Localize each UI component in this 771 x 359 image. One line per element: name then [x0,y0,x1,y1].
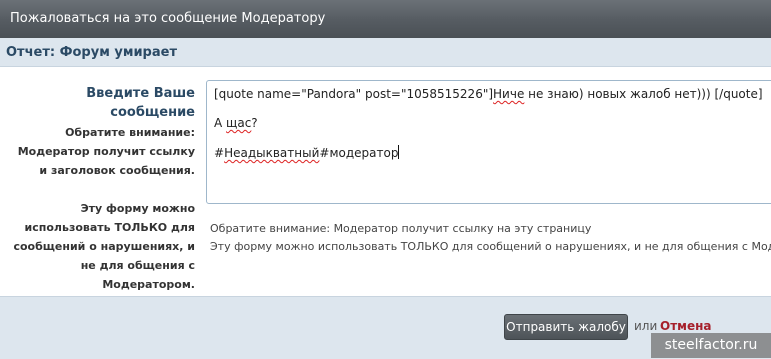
usage-line-2: использовать ТОЛЬКО для [24,221,195,234]
or-label: или [634,319,658,333]
text-caret [398,145,400,159]
form-label-column: Введите Ваше сообщение Обратите внимание… [0,84,195,294]
site-watermark: steelfactor.ru [651,333,771,358]
report-heading: Отчет: Форум умирает [0,38,771,67]
submit-report-button[interactable]: Отправить жалобу [504,314,628,340]
notice-line-1: Обратите внимание: [65,126,195,139]
textarea-line-3: #Неадыкватный#модератор [214,145,400,160]
usage-line-5: Модератором. [102,278,195,291]
usage-line-3: сообщений о нарушениях, и [13,240,195,253]
usage-line-1: Эту форму можно [80,202,195,215]
message-label: Введите Ваше сообщение [86,86,195,120]
window-title: Пожаловаться на это сообщение Модератору [0,0,771,38]
report-message-textarea[interactable]: [quote name="Pandora" post="1058515226"]… [206,80,771,204]
textarea-line-2: А щас? [214,116,258,130]
cancel-link[interactable]: Отмена [660,319,712,333]
usage-line-4: не для общения с [80,259,195,272]
hint-usage: Эту форму можно использовать ТОЛЬКО для … [210,240,771,253]
hint-notice: Обратите внимание: Модератор получит ссы… [210,222,592,235]
textarea-line-1: [quote name="Pandora" post="1058515226"]… [214,87,763,101]
notice-line-2: Модератор получит ссылку [17,145,195,158]
notice-line-3: и заголовок сообщения. [39,164,195,177]
